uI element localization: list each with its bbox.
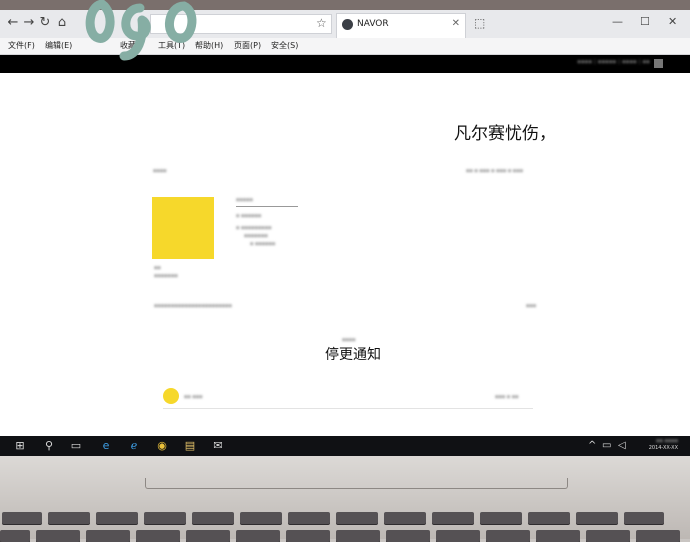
chrome-icon[interactable]: ◉ (155, 439, 169, 453)
keyboard-key (86, 530, 130, 542)
home-icon[interactable]: ⌂ (55, 16, 69, 30)
keyboard-key (432, 512, 474, 524)
post-divider (163, 408, 533, 409)
blurred-info: ▪ ▪▪▪▪▪▪ (250, 241, 276, 247)
refresh-icon[interactable]: ↻ (38, 16, 52, 30)
keyboard-key (486, 530, 530, 542)
keyboard-key (96, 512, 138, 524)
keyboard-key (236, 530, 280, 542)
blurred-info: ▪ ▪▪▪▪▪▪▪▪▪ (236, 225, 272, 231)
tab-title: NAVOR (357, 19, 389, 29)
star-icon[interactable]: ☆ (316, 16, 327, 30)
keyboard-key (586, 530, 630, 542)
forward-arrow-icon[interactable]: → (22, 16, 36, 30)
blurred-caption: ▪▪ (154, 265, 161, 271)
keyboard-key (480, 512, 522, 524)
keyboard-key (336, 512, 378, 524)
keyboard-key (192, 512, 234, 524)
mail-icon[interactable]: ✉ (211, 439, 225, 453)
blurred-info: ▪ ▪▪▪▪▪▪ (236, 213, 262, 219)
notice-title: 停更通知 (325, 347, 381, 363)
keyboard-key (288, 512, 330, 524)
blurred-name: ▪▪▪▪▪ (236, 197, 253, 203)
windows-taskbar: ⊞ ⚲ ▭ e ℯ ◉ ▤ ✉ ^ ▭ ◁ ▪▪ ▪▪▪▪ 2014-XX-XX (0, 436, 690, 456)
keyboard-key (436, 530, 480, 542)
keyboard-key (336, 530, 380, 542)
keyboard-key (136, 530, 180, 542)
blurred-meta: ▪▪▪ ▪ ▪▪ (495, 394, 519, 400)
keyboard-key (2, 512, 42, 524)
blurred-time: ▪▪ ▪▪▪▪ (656, 438, 678, 444)
edge-icon[interactable]: e (99, 439, 113, 453)
keyboard-key (528, 512, 570, 524)
keyboard-key (386, 530, 430, 542)
network-icon[interactable]: ▭ (602, 440, 611, 451)
globe-icon (342, 19, 353, 30)
keyboard-key (576, 512, 618, 524)
laptop-body (0, 456, 690, 539)
keyboard-key (636, 530, 680, 542)
name-underline (236, 206, 298, 207)
menu-file[interactable]: 文件(F) (8, 40, 35, 51)
keyboard-key (286, 530, 330, 542)
laptop-screen: ← → ↻ ⌂ ☆ NAVOR ✕ ⬚ — ☐ ✕ 文件(F) 编辑(E) 收藏… (0, 10, 690, 456)
chevron-up-icon[interactable]: ^ (588, 440, 596, 451)
blurred-author: ▪▪ ▪▪▪ (184, 394, 203, 400)
blurred-description: ▪▪▪▪▪▪▪▪▪▪▪▪▪▪▪▪▪▪▪▪▪▪▪ (154, 303, 232, 309)
web-page: ▪▪▪▪ | ▪▪▪▪▪ | ▪▪▪▪ | ▪▪ 凡尔赛忧伤， ▪▪▪▪ ▪▪ … (0, 55, 690, 436)
maximize-icon[interactable]: ☐ (640, 15, 650, 28)
blurred-info: ▪▪▪▪▪▪▪ (244, 233, 268, 239)
browser-tab[interactable]: NAVOR ✕ (336, 13, 466, 39)
blurred-caption: ▪▪▪▪▪▪▪ (154, 273, 178, 279)
keyboard-key (240, 512, 282, 524)
avatar (163, 388, 179, 404)
new-tab-icon[interactable]: ⬚ (474, 16, 485, 30)
keyboard-key (0, 530, 30, 542)
keyboard-key (144, 512, 186, 524)
keyboard-key (384, 512, 426, 524)
windows-start-icon[interactable]: ⊞ (13, 439, 27, 453)
volume-icon[interactable]: ◁ (618, 440, 626, 451)
profile-image (152, 197, 214, 259)
menu-safety[interactable]: 安全(S) (271, 40, 298, 51)
close-window-icon[interactable]: ✕ (668, 15, 677, 28)
blurred-more[interactable]: ▪▪▪ (526, 303, 536, 309)
task-view-icon[interactable]: ▭ (69, 439, 83, 453)
overlay-title: 凡尔赛忧伤， (454, 124, 556, 144)
clock[interactable]: ▪▪ ▪▪▪▪ 2014-XX-XX (649, 438, 678, 452)
search-icon[interactable]: ⚲ (42, 439, 56, 453)
internet-explorer-icon[interactable]: ℯ (127, 439, 141, 453)
top-menu-icon[interactable] (654, 59, 663, 68)
minimize-icon[interactable]: — (612, 15, 623, 28)
blurred-links: ▪▪ ▪ ▪▪▪ ▪ ▪▪▪ ▪ ▪▪▪ (466, 168, 523, 174)
watermark-logo (85, 0, 197, 61)
keyboard-key (186, 530, 230, 542)
keyboard-key (536, 530, 580, 542)
laptop-hinge (145, 478, 568, 489)
keyboard-key (48, 512, 90, 524)
menu-edit[interactable]: 编辑(E) (45, 40, 72, 51)
date-label: 2014-XX-XX (648, 445, 678, 451)
blurred-date: ▪▪▪▪ (342, 337, 356, 343)
menu-page[interactable]: 页面(P) (234, 40, 261, 51)
top-links[interactable]: ▪▪▪▪ | ▪▪▪▪▪ | ▪▪▪▪ | ▪▪ (577, 59, 650, 65)
back-arrow-icon[interactable]: ← (6, 16, 20, 30)
blurred-label: ▪▪▪▪ (153, 168, 167, 174)
folder-icon[interactable]: ▤ (183, 439, 197, 453)
keyboard-key (624, 512, 664, 524)
keyboard-key (36, 530, 80, 542)
close-tab-icon[interactable]: ✕ (452, 18, 460, 29)
